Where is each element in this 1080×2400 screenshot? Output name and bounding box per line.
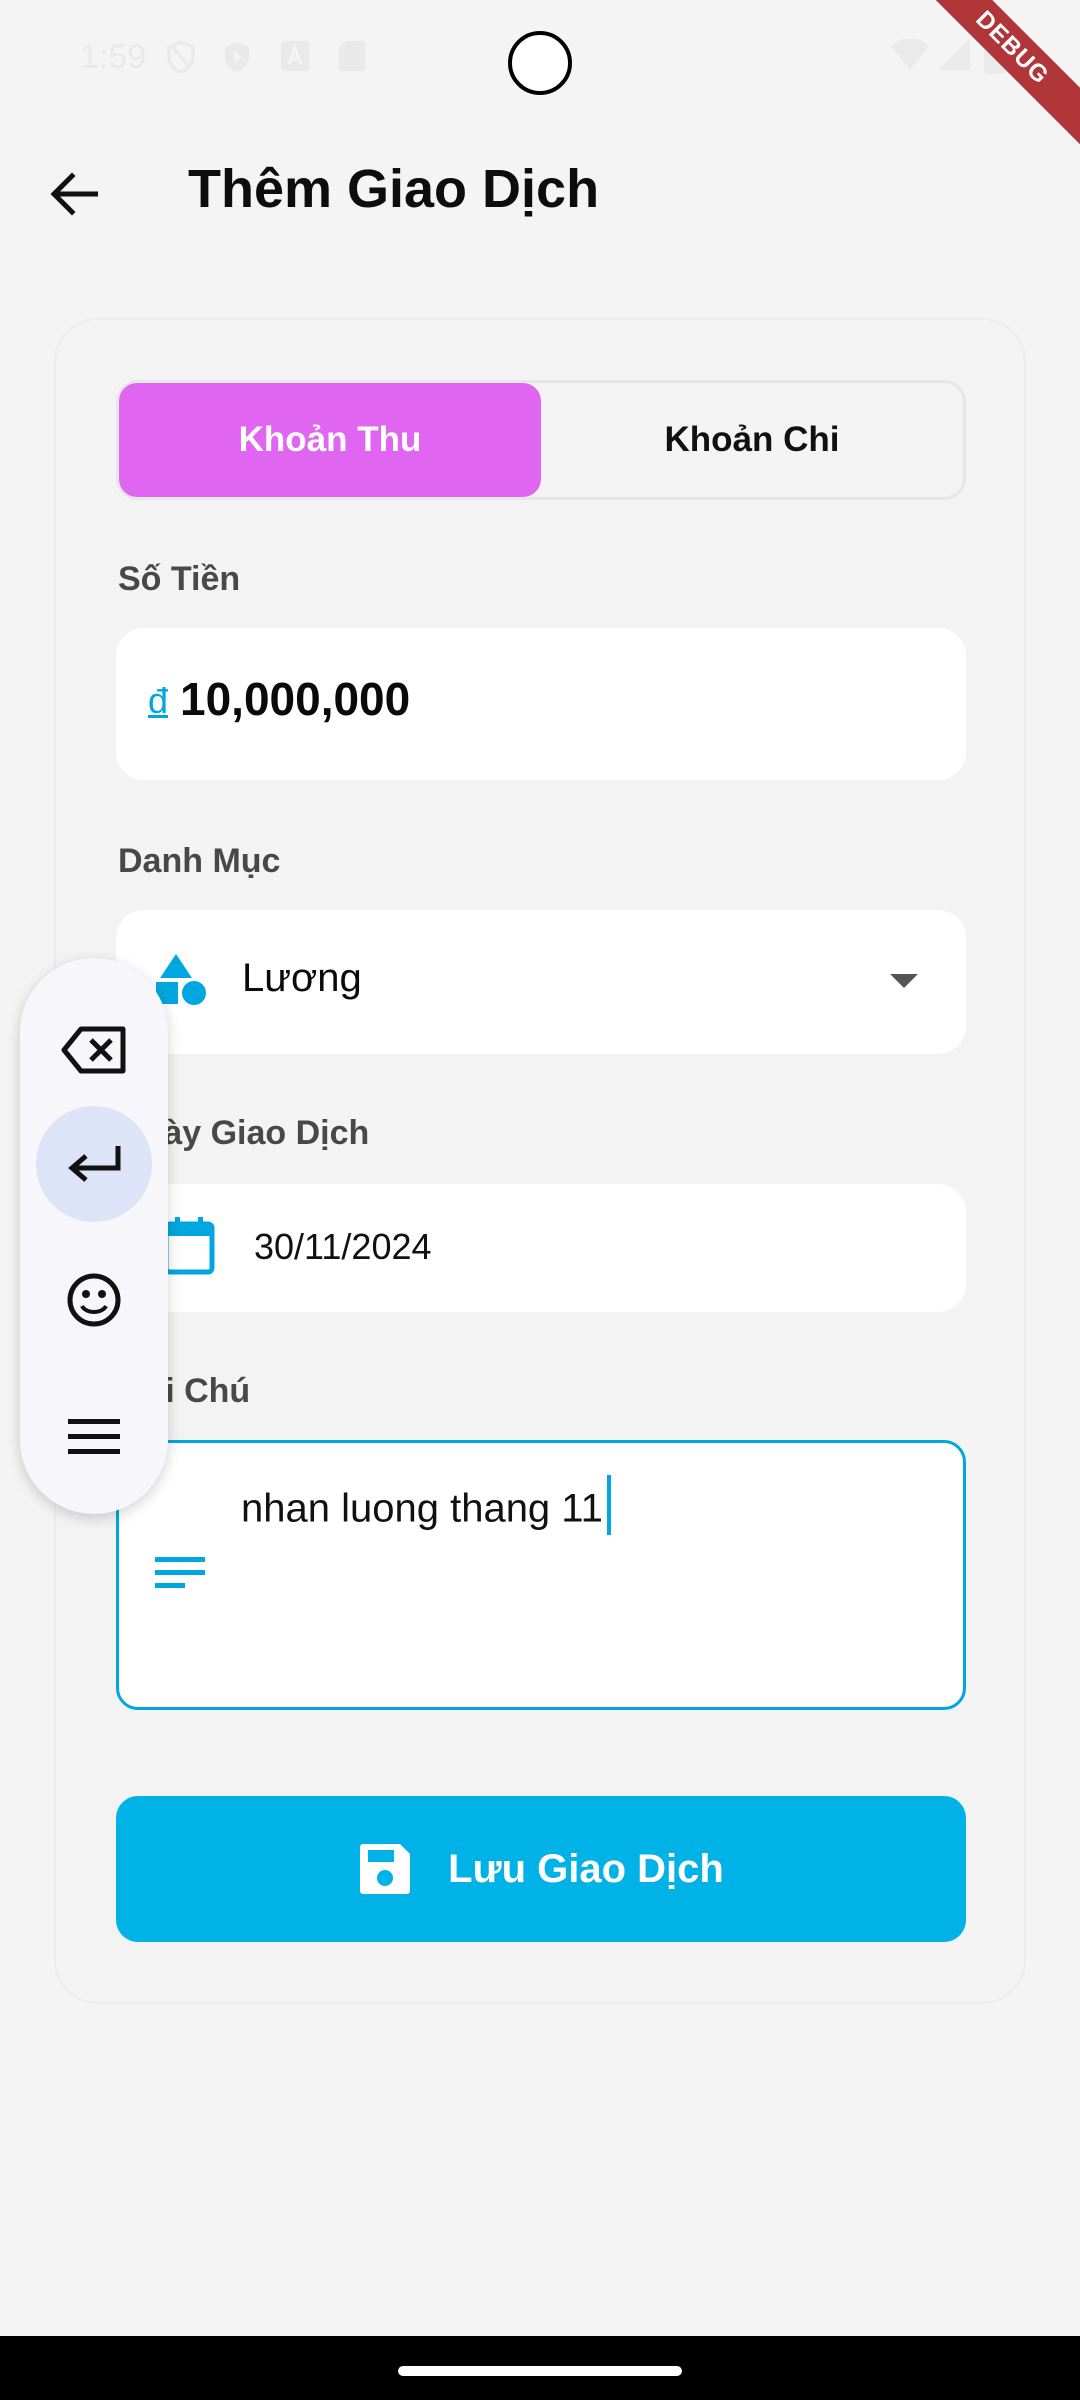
note-value: nhan luong thang 11 [241, 1486, 603, 1531]
status-bar: 1:59 DEBUG [0, 0, 1080, 155]
keyboard-toolbar [20, 958, 168, 1514]
tab-income[interactable]: Khoản Thu [119, 383, 541, 497]
category-label: Danh Mục [118, 842, 281, 880]
tab-expense[interactable]: Khoản Chi [541, 383, 963, 497]
date-value: 30/11/2024 [254, 1226, 432, 1267]
note-input[interactable]: nhan luong thang 11 [116, 1440, 966, 1710]
chevron-down-icon [890, 974, 918, 988]
arrow-back-icon [50, 172, 98, 216]
save-transaction-button[interactable]: Lưu Giao Dịch [116, 1796, 966, 1942]
amount-label: Số Tiền [118, 560, 241, 598]
transaction-type-toggle: Khoản Thu Khoản Chi [116, 380, 966, 500]
signal-icon [936, 36, 972, 77]
date-field[interactable]: 30/11/2024 [116, 1184, 966, 1312]
enter-icon [68, 1146, 121, 1182]
page-title: Thêm Giao Dịch [188, 159, 600, 219]
transaction-form-card: Khoản Thu Khoản Chi Số Tiền đ 10,000,000… [54, 318, 1026, 2004]
menu-icon [68, 1419, 120, 1454]
emoji-button[interactable] [36, 1242, 152, 1358]
backspace-button[interactable] [36, 992, 152, 1108]
text-cursor [606, 1475, 611, 1535]
back-button[interactable] [34, 154, 114, 234]
note-text-wrap: nhan luong thang 11 [241, 1475, 611, 1541]
notes-lines-icon [155, 1555, 205, 1596]
save-icon [358, 1842, 412, 1896]
category-value: Lương [242, 956, 362, 1000]
status-time: 1:59 [80, 38, 147, 76]
amount-value: 10,000,000 [180, 673, 411, 725]
shield-icon [166, 40, 196, 79]
currency-symbol: đ [148, 680, 169, 721]
font-a-icon [280, 40, 310, 77]
enter-button[interactable] [36, 1106, 152, 1222]
play-protect-icon [222, 40, 252, 79]
camera-cutout [508, 31, 572, 95]
backspace-icon [61, 1026, 126, 1074]
emoji-icon [67, 1273, 121, 1327]
calendar-icon [162, 1216, 216, 1281]
system-nav-bar [0, 2336, 1080, 2400]
amount-field[interactable]: đ 10,000,000 [116, 628, 966, 780]
app-bar: Thêm Giao Dịch [0, 130, 1080, 250]
save-button-label: Lưu Giao Dịch [448, 1846, 724, 1891]
menu-button[interactable] [36, 1378, 152, 1494]
category-dropdown[interactable]: Lương [116, 910, 966, 1054]
home-indicator[interactable] [398, 2366, 682, 2376]
wifi-icon [890, 36, 930, 77]
sd-card-icon [338, 40, 366, 77]
